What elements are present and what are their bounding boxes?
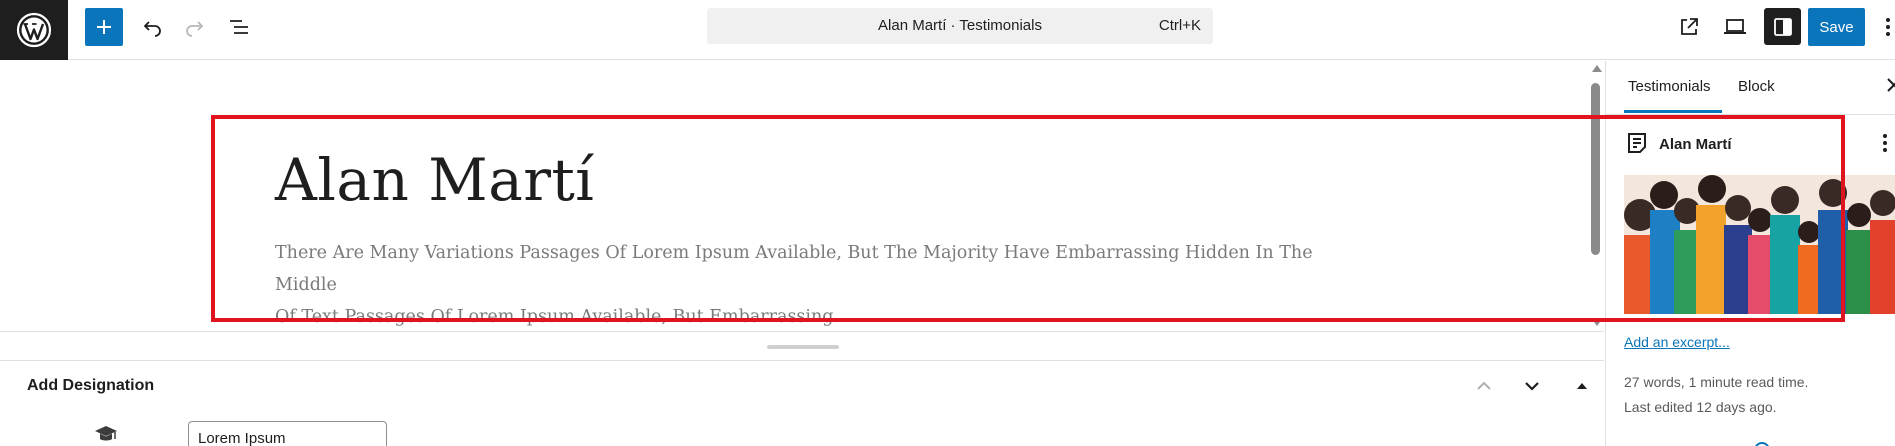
tab-label: Testimonials <box>1628 78 1711 95</box>
block-inserter-button[interactable] <box>85 8 123 46</box>
chevron-down-icon <box>1525 382 1539 391</box>
featured-image[interactable] <box>1624 175 1895 314</box>
editor-canvas[interactable]: Alan Martí There Are Many Variations Pas… <box>0 61 1604 331</box>
active-tab-indicator <box>1624 110 1722 113</box>
settings-sidebar: Testimonials Block Alan Martí Add an exc… <box>1605 61 1895 446</box>
post-title[interactable]: Alan Martí <box>275 146 594 214</box>
toggle-panel-button[interactable] <box>1568 372 1596 400</box>
metabox-resize-area <box>0 331 1604 361</box>
graduation-cap-icon <box>94 424 118 444</box>
undo-icon <box>143 21 161 37</box>
editor-header: Alan Martí · Testimonials Ctrl+K Save <box>0 0 1895 60</box>
post-content-paragraph[interactable]: There Are Many Variations Passages Of Lo… <box>275 237 1335 331</box>
more-vertical-icon <box>1883 134 1887 152</box>
metabox-header: Add Designation <box>0 362 1604 410</box>
undo-button[interactable] <box>135 8 171 46</box>
command-palette-bar[interactable]: Alan Martí · Testimonials Ctrl+K <box>707 8 1213 44</box>
paragraph-line: There Are Many Variations Passages Of Lo… <box>275 243 1313 295</box>
canvas-scrollbar[interactable] <box>1590 61 1602 331</box>
metabox-title: Add Designation <box>27 377 155 394</box>
document-overview-button[interactable] <box>220 8 258 46</box>
paragraph-line: Of Text Passages Of Lorem Ipsum Availabl… <box>275 307 840 327</box>
tab-label: Block <box>1738 78 1775 95</box>
wordpress-icon <box>16 12 52 48</box>
post-actions-button[interactable] <box>1882 133 1895 157</box>
redo-icon <box>186 21 204 37</box>
status-indicator-icon <box>1754 442 1770 446</box>
more-vertical-icon <box>1885 18 1890 36</box>
tab-testimonials[interactable]: Testimonials <box>1624 61 1722 113</box>
chevron-up-icon <box>1477 381 1491 390</box>
view-post-button[interactable] <box>1670 8 1708 46</box>
scroll-down-arrow[interactable] <box>1592 319 1602 326</box>
save-button[interactable]: Save <box>1808 8 1865 46</box>
device-preview-button[interactable] <box>1716 8 1754 46</box>
close-sidebar-button[interactable] <box>1884 75 1895 99</box>
scroll-up-arrow[interactable] <box>1592 65 1602 72</box>
options-button[interactable] <box>1880 12 1895 42</box>
last-edited-text: Last edited 12 days ago. <box>1624 399 1777 415</box>
settings-toggle-button[interactable] <box>1764 8 1801 45</box>
move-up-button[interactable] <box>1470 372 1498 400</box>
plus-icon <box>97 20 111 34</box>
wordpress-logo-button[interactable] <box>0 0 68 60</box>
designation-field[interactable] <box>188 421 387 446</box>
external-link-icon <box>1681 18 1698 35</box>
post-document-icon <box>1625 131 1649 155</box>
laptop-icon <box>1724 19 1746 34</box>
move-down-button[interactable] <box>1518 372 1546 400</box>
document-title: Alan Martí · Testimonials <box>878 17 1042 34</box>
featured-image-illustration <box>1624 175 1895 314</box>
scroll-thumb[interactable] <box>1591 83 1600 255</box>
command-shortcut: Ctrl+K <box>1158 17 1201 34</box>
tab-block[interactable]: Block <box>1738 61 1775 113</box>
close-icon <box>1887 78 1895 92</box>
list-view-icon <box>230 20 248 34</box>
tabs-divider <box>1606 114 1895 115</box>
add-excerpt-link[interactable]: Add an excerpt... <box>1624 334 1730 350</box>
word-count-text: 27 words, 1 minute read time. <box>1624 374 1809 390</box>
caret-up-icon <box>1577 383 1587 389</box>
sidebar-icon <box>1773 17 1792 36</box>
resize-handle[interactable] <box>767 345 839 349</box>
redo-button[interactable] <box>176 8 212 46</box>
post-summary-title: Alan Martí <box>1659 136 1732 153</box>
